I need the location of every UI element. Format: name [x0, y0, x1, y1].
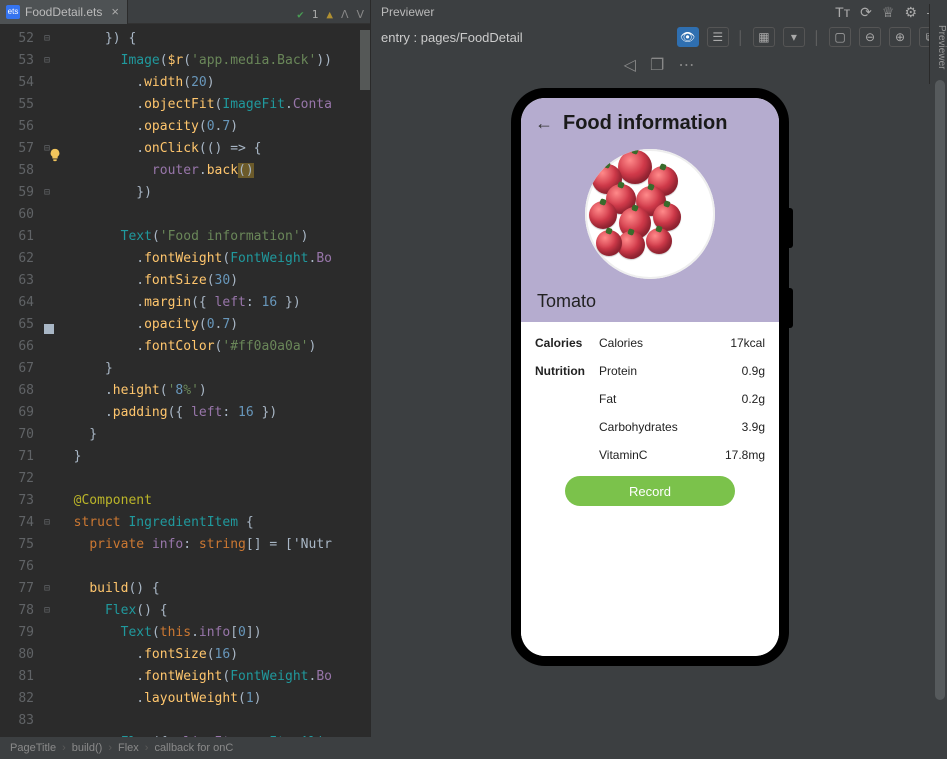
- layers-icon[interactable]: ☰: [707, 27, 729, 47]
- phone-screen[interactable]: ← Food information Tomato CaloriesCalori…: [521, 98, 779, 656]
- nutrition-group: [535, 448, 599, 462]
- grid-icon[interactable]: ▦: [753, 27, 775, 47]
- nutrition-value: 0.9g: [705, 364, 765, 378]
- fit-icon[interactable]: ▢: [829, 27, 851, 47]
- separator: │: [813, 30, 821, 45]
- code-editor-panel: ets FoodDetail.ets × ✔1 ▲ ᐱ ᐯ 5253545556…: [0, 0, 370, 737]
- fold-gutter[interactable]: ⊟⊟⊟⊟⊟⊟⊟: [40, 24, 54, 737]
- record-button[interactable]: Record: [565, 476, 735, 506]
- preview-canvas[interactable]: ← Food information Tomato CaloriesCalori…: [371, 80, 947, 737]
- breadcrumb[interactable]: PageTitle› build()› Flex› callback for o…: [0, 737, 947, 759]
- preview-scrollbar[interactable]: [935, 80, 945, 737]
- breadcrumb-item[interactable]: build(): [72, 742, 103, 754]
- nutrition-group: Nutrition: [535, 364, 599, 378]
- nutrition-label: Carbohydrates: [599, 420, 705, 434]
- nutrition-row: Carbohydrates3.9g: [535, 420, 765, 434]
- split-icon[interactable]: ❐: [650, 55, 664, 75]
- editor-tab-filename: FoodDetail.ets: [25, 5, 102, 19]
- breadcrumb-item[interactable]: Flex: [118, 742, 139, 754]
- nutrition-label: Calories: [599, 336, 705, 350]
- code-area[interactable]: }) { Image($r('app.media.Back')) .width(…: [54, 24, 370, 737]
- editor-body[interactable]: ✔1 ▲ ᐱ ᐯ 5253545556575859606162636465666…: [0, 24, 370, 737]
- editor-tab-fooddetail[interactable]: ets FoodDetail.ets ×: [0, 0, 128, 24]
- page-title: Food information: [563, 112, 727, 135]
- previewer-subheader: entry : pages/FoodDetail 👁 ☰ │ ▦ ▾ │ ▢ ⊖…: [371, 24, 947, 50]
- breadcrumb-item[interactable]: callback for onC: [154, 742, 233, 754]
- device-dropdown-icon[interactable]: ▾: [783, 27, 805, 47]
- nutrition-group: [535, 392, 599, 406]
- nutrition-label: Protein: [599, 364, 705, 378]
- nutrition-label: Fat: [599, 392, 705, 406]
- preview-scrollbar-thumb[interactable]: [935, 80, 945, 700]
- ets-file-icon: ets: [6, 5, 20, 19]
- separator: │: [737, 30, 745, 45]
- previewer-header: Previewer Tᴛ ⟳ ♕ ⚙ —: [371, 0, 947, 24]
- zoom-out-icon[interactable]: ⊖: [859, 27, 881, 47]
- nutrition-row: VitaminC17.8mg: [535, 448, 765, 462]
- nutrition-value: 17.8mg: [705, 448, 765, 462]
- phone-button-notch: [789, 208, 793, 248]
- phone-button-notch: [789, 288, 793, 328]
- nutrition-row: CaloriesCalories17kcal: [535, 336, 765, 350]
- nutrition-row: NutritionProtein0.9g: [535, 364, 765, 378]
- previewer-side-tab[interactable]: Previewer: [929, 4, 947, 84]
- nutrition-row: Fat0.2g: [535, 392, 765, 406]
- gear-icon[interactable]: ⚙: [904, 4, 917, 21]
- gutter-mark[interactable]: [44, 324, 54, 334]
- back-arrow-icon[interactable]: ←: [535, 113, 553, 134]
- refresh-icon[interactable]: ⟳: [860, 4, 872, 21]
- previewer-panel: Previewer Previewer Tᴛ ⟳ ♕ ⚙ — entry : p…: [370, 0, 947, 737]
- inspect-icon[interactable]: 👁: [677, 27, 699, 47]
- nutrition-value: 0.2g: [705, 392, 765, 406]
- line-number-gutter: 5253545556575859606162636465666768697071…: [0, 24, 40, 737]
- breadcrumb-item[interactable]: PageTitle: [10, 742, 56, 754]
- previewer-controls: ◁ ❐ ⋯: [371, 50, 947, 80]
- app-header: ← Food information Tomato: [521, 98, 779, 322]
- nutrition-label: VitaminC: [599, 448, 705, 462]
- more-icon[interactable]: ⋯: [678, 55, 694, 75]
- previewer-title: Previewer: [381, 5, 434, 19]
- nutrition-group: [535, 420, 599, 434]
- nutrition-value: 17kcal: [705, 336, 765, 350]
- close-icon[interactable]: ×: [111, 4, 119, 19]
- nav-back-icon[interactable]: ◁: [624, 55, 636, 75]
- lightbulb-icon[interactable]: [48, 148, 62, 162]
- food-image: [585, 149, 715, 279]
- nutrition-value: 3.9g: [705, 420, 765, 434]
- previewer-entry: entry : pages/FoodDetail: [381, 30, 523, 45]
- font-icon[interactable]: Tᴛ: [835, 4, 850, 20]
- zoom-in-icon[interactable]: ⊕: [889, 27, 911, 47]
- nutrition-group: Calories: [535, 336, 599, 350]
- trophy-icon[interactable]: ♕: [882, 4, 895, 21]
- nutrition-panel: CaloriesCalories17kcalNutritionProtein0.…: [521, 322, 779, 656]
- food-name: Tomato: [535, 289, 765, 312]
- phone-frame: ← Food information Tomato CaloriesCalori…: [511, 88, 789, 666]
